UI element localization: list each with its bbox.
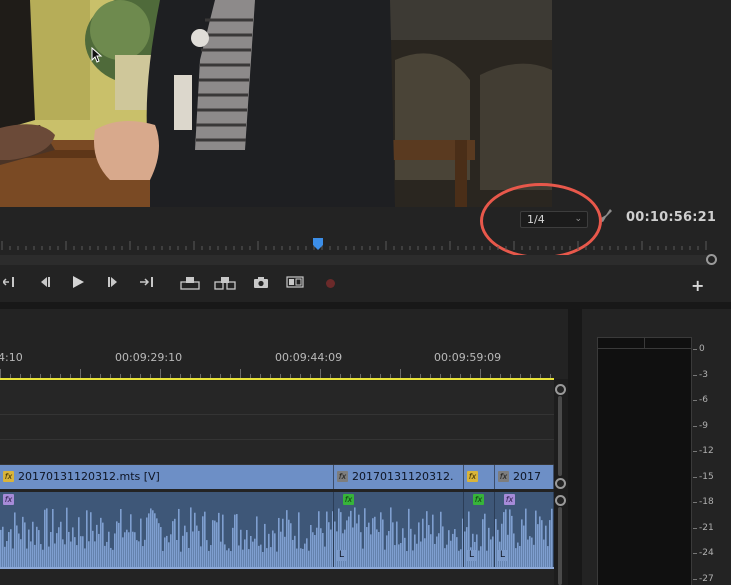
fx-badge-icon: fx: [467, 470, 478, 482]
audio-clip[interactable]: fx L: [464, 492, 495, 567]
mark-out-icon[interactable]: [0, 276, 20, 292]
audio-channel-label: L: [467, 550, 476, 561]
step-forward-icon[interactable]: [104, 276, 124, 292]
db-tick: [693, 349, 697, 350]
fx-badge-icon: fx: [473, 494, 484, 505]
fx-badge-icon: fx: [3, 470, 14, 482]
monitor-time-ruler[interactable]: [0, 235, 715, 251]
play-icon[interactable]: [68, 276, 88, 292]
video-frame: [0, 0, 552, 207]
db-label: 0: [699, 344, 705, 354]
ruler-label: 4:10: [0, 351, 23, 364]
video-clip[interactable]: fx 2017: [495, 465, 554, 489]
db-label: -27: [699, 573, 714, 584]
clip-label: 20170131120312.mts [V]: [18, 470, 160, 483]
audio-clip[interactable]: fx L: [334, 492, 464, 567]
db-label: -12: [699, 446, 714, 456]
transport-controls: [0, 272, 731, 296]
audio-waveform: [0, 507, 333, 567]
monitor-empty-area: [552, 0, 731, 207]
panel-divider-vertical[interactable]: [568, 309, 582, 585]
db-label: -3: [699, 369, 708, 380]
db-tick: [693, 425, 697, 427]
ruler-label: 00:09:44:09: [275, 351, 343, 364]
scroll-handle-top[interactable]: [555, 495, 566, 506]
clip-label: 2017: [513, 470, 541, 483]
step-back-icon[interactable]: [34, 276, 54, 292]
db-tick: [693, 400, 697, 401]
panel-divider[interactable]: [0, 302, 731, 309]
comparison-view-icon[interactable]: [285, 276, 305, 292]
video-clip[interactable]: fx 20170131120312.mts [V]: [0, 465, 334, 489]
monitor-playhead-marker[interactable]: [313, 238, 323, 250]
audio-clip[interactable]: fx L: [495, 492, 554, 567]
audio-track-baseline: [0, 567, 554, 569]
playhead-timecode[interactable]: 00:10:56:21: [626, 210, 716, 225]
empty-video-tracks: [0, 381, 554, 465]
work-area-bar[interactable]: [0, 378, 554, 380]
track-separator: [0, 414, 554, 415]
db-label: -24: [699, 548, 714, 558]
scroll-thumb[interactable]: [558, 507, 562, 585]
mouse-cursor-icon: [91, 47, 103, 63]
timeline-panel: 4:10 00:09:29:10 00:09:44:09 00:09:59:09…: [0, 309, 568, 585]
db-tick: [693, 451, 697, 452]
db-label: -9: [699, 420, 708, 431]
scroll-handle-bottom[interactable]: [555, 478, 566, 489]
zoom-scroll-bar[interactable]: [0, 255, 708, 265]
scroll-thumb[interactable]: [558, 396, 562, 476]
fx-badge-icon: fx: [504, 494, 515, 505]
db-tick: [693, 502, 697, 503]
clip-label: 20170131120312.: [352, 470, 454, 483]
go-to-out-icon[interactable]: [138, 276, 158, 292]
audio-clip[interactable]: fx: [0, 492, 334, 567]
db-tick: [693, 374, 697, 376]
track-separator: [0, 439, 554, 440]
db-tick: [693, 476, 697, 478]
audio-meter: [597, 337, 692, 585]
db-label: -21: [699, 522, 714, 533]
video-clip[interactable]: fx 20170131120312.: [334, 465, 464, 489]
extract-icon[interactable]: [214, 276, 236, 292]
meter-channel-divider: [644, 337, 645, 349]
db-tick: [693, 527, 697, 529]
db-label: -15: [699, 471, 714, 482]
fx-badge-icon: fx: [3, 494, 14, 505]
ruler-label: 00:09:59:09: [434, 351, 502, 364]
premiere-workspace: 1/4 ⌄ 00:10:56:21 + 4:10 00:09:29:10 00:…: [0, 0, 731, 585]
fx-badge-icon: fx: [337, 470, 348, 482]
db-label: -18: [699, 497, 714, 507]
timeline-ruler[interactable]: 4:10 00:09:29:10 00:09:44:09 00:09:59:09: [0, 309, 556, 379]
audio-channel-label: L: [337, 550, 346, 561]
db-label: -6: [699, 395, 708, 405]
program-monitor: 1/4 ⌄ 00:10:56:21 +: [0, 0, 731, 302]
video-clip[interactable]: fx: [464, 465, 495, 489]
ruler-label: 00:09:29:10: [115, 351, 183, 364]
add-button[interactable]: +: [691, 276, 704, 295]
db-tick: [693, 553, 697, 554]
lift-icon[interactable]: [180, 276, 200, 292]
scroll-handle-top[interactable]: [555, 384, 566, 395]
zoom-scroll-handle[interactable]: [706, 254, 717, 265]
audio-channel-label: L: [498, 550, 507, 561]
fx-badge-icon: fx: [343, 494, 354, 505]
audio-meters-panel: 0 -3 -6 -9 -12 -15 -18 -21 -24 -27: [582, 309, 731, 585]
fx-badge-icon: fx: [498, 470, 509, 482]
db-tick: [693, 578, 697, 580]
export-frame-icon[interactable]: [251, 276, 271, 292]
record-icon[interactable]: [326, 279, 335, 288]
